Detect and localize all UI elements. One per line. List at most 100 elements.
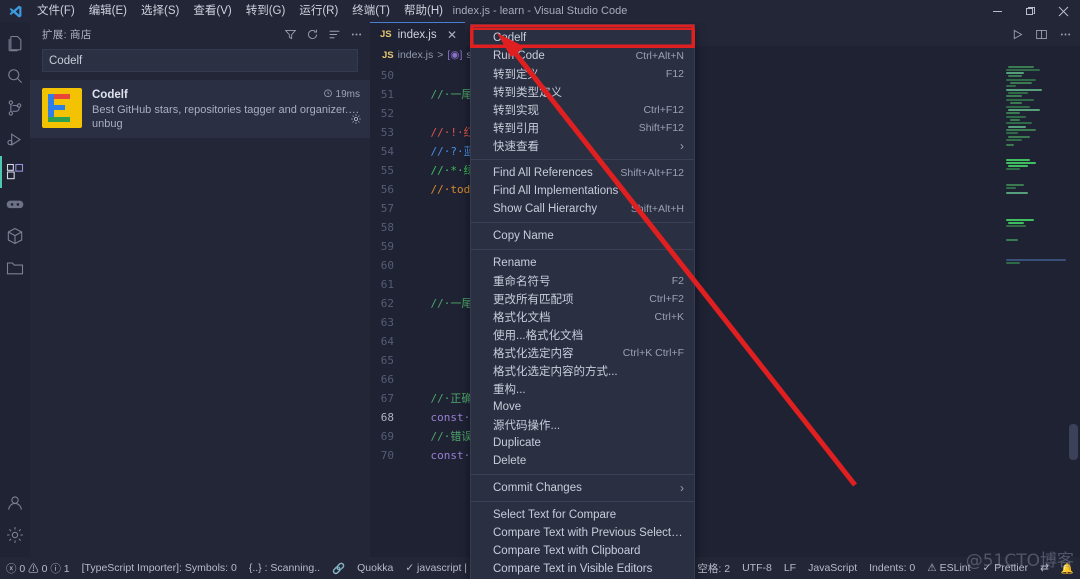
eol-status[interactable]: LF	[778, 557, 802, 579]
menu-run[interactable]: 运行(R)	[292, 0, 345, 22]
ctx-compare-previous[interactable]: Compare Text with Previous Selection	[471, 524, 694, 542]
eslint-status[interactable]: ⚠ ESLint	[921, 557, 976, 579]
more-actions-icon[interactable]	[346, 24, 366, 44]
encoding-status[interactable]: UTF-8	[736, 557, 778, 579]
remote-status[interactable]: ⇄	[1034, 557, 1055, 579]
extension-gear-icon[interactable]	[350, 112, 362, 130]
scrollbar-thumb[interactable]	[1069, 424, 1078, 460]
menu-bar[interactable]: 文件(F) 编辑(E) 选择(S) 查看(V) 转到(G) 运行(R) 终端(T…	[30, 0, 450, 22]
ctx-go-to-implementation[interactable]: 转到实现 Ctrl+F12	[471, 101, 694, 119]
ctx-go-to-type-definition[interactable]: 转到类型定义	[471, 83, 694, 101]
extension-search-input[interactable]	[42, 49, 358, 72]
problems-status[interactable]: ⓧ 0 ⚠ 0 ⓘ 1	[0, 557, 76, 579]
minimap-line	[1006, 168, 1020, 170]
menu-terminal[interactable]: 终端(T)	[345, 0, 397, 22]
ctx-go-to-references[interactable]: 转到引用 Shift+F12	[471, 119, 694, 137]
sort-icon[interactable]	[324, 24, 344, 44]
menu-help[interactable]: 帮助(H)	[397, 0, 450, 22]
minimap[interactable]	[1002, 64, 1066, 557]
minimap-line	[1006, 259, 1066, 261]
menu-selection[interactable]: 选择(S)	[134, 0, 186, 22]
ctx-format-document[interactable]: 格式化文档 Ctrl+K	[471, 308, 694, 326]
line-number: 60	[380, 259, 394, 272]
ctx-rename-symbol[interactable]: 重命名符号 F2	[471, 272, 694, 290]
ctx-rename[interactable]: Rename	[471, 254, 694, 272]
close-button[interactable]	[1047, 0, 1080, 22]
ctx-codelf[interactable]: Codelf	[470, 28, 695, 48]
tab-close-icon[interactable]: ✕	[447, 28, 457, 42]
run-code-icon[interactable]	[1006, 23, 1028, 45]
search-icon[interactable]	[0, 60, 30, 92]
menu-go[interactable]: 转到(G)	[239, 0, 293, 22]
menu-edit[interactable]: 编辑(E)	[82, 0, 134, 22]
editor-scrollbar[interactable]	[1066, 64, 1080, 557]
ctx-source-action[interactable]: 源代码操作...	[471, 416, 694, 434]
explorer-icon[interactable]	[0, 28, 30, 60]
context-menu-shortcut: Shift+F12	[638, 122, 684, 134]
minimize-button[interactable]	[981, 0, 1014, 22]
ctx-format-selection[interactable]: 格式化选定内容 Ctrl+K Ctrl+F	[471, 344, 694, 362]
breadcrumb-file[interactable]: index.js	[398, 49, 434, 61]
tab-index-js[interactable]: JS index.js ✕	[370, 22, 465, 46]
minimap-line	[1006, 72, 1024, 74]
language-mode-status[interactable]: JavaScript	[802, 557, 863, 579]
settings-gear-icon[interactable]	[0, 519, 30, 551]
attach-status[interactable]: 🔗	[326, 557, 351, 579]
ctx-refactor[interactable]: 重构...	[471, 380, 694, 398]
ctx-peek[interactable]: 快速查看 ›	[471, 137, 694, 155]
chevron-right-icon: ›	[680, 481, 684, 495]
ctx-compare-clipboard[interactable]: Compare Text with Clipboard	[471, 542, 694, 560]
ctx-copy-name[interactable]: Copy Name	[471, 227, 694, 245]
extension-list-item[interactable]: Codelf 19ms Best GitHub stars, repositor…	[30, 80, 370, 138]
ctx-run-code[interactable]: Run Code Ctrl+Alt+N	[471, 47, 694, 65]
ctx-format-selection-with[interactable]: 格式化选定内容的方式...	[471, 362, 694, 380]
context-menu-label: Rename	[493, 257, 537, 269]
refresh-icon[interactable]	[302, 24, 322, 44]
sidebar-title: 扩展: 商店	[42, 28, 92, 41]
split-editor-icon[interactable]	[1030, 23, 1052, 45]
indents-status[interactable]: Indents: 0	[863, 557, 921, 579]
context-menu-label: Compare Text in Visible Editors	[493, 563, 653, 575]
gamepad-icon[interactable]	[0, 188, 30, 220]
extensions-icon[interactable]	[0, 156, 30, 188]
quokka-status[interactable]: Quokka	[351, 557, 399, 579]
menu-view[interactable]: 查看(V)	[186, 0, 238, 22]
indentation-status[interactable]: 空格: 2	[691, 557, 736, 579]
context-menu-label: Find All Implementations	[493, 185, 619, 197]
bell-status[interactable]: 🔔	[1055, 557, 1080, 579]
extension-description: Best GitHub stars, repositories tagger a…	[92, 104, 360, 116]
context-menu-shortcut: Ctrl+Alt+N	[635, 50, 684, 62]
ctx-format-document-with[interactable]: 使用...格式化文档	[471, 326, 694, 344]
ctx-duplicate[interactable]: Duplicate	[471, 434, 694, 452]
ctx-compare-visible[interactable]: Compare Text in Visible Editors	[471, 560, 694, 578]
folder-icon[interactable]	[0, 252, 30, 284]
line-number: 65	[380, 354, 394, 367]
menu-file[interactable]: 文件(F)	[30, 0, 82, 22]
editor-more-icon[interactable]	[1054, 23, 1076, 45]
ctx-commit-changes[interactable]: Commit Changes ›	[471, 479, 694, 497]
editor-context-menu[interactable]: Codelf Run Code Ctrl+Alt+N 转到定义 F12 转到类型定义 转到实…	[470, 24, 695, 579]
run-debug-icon[interactable]	[0, 124, 30, 156]
filter-icon[interactable]	[280, 24, 300, 44]
scanning-status[interactable]: {..} : Scanning..	[243, 557, 326, 579]
ctx-find-all-implementations[interactable]: Find All Implementations	[471, 182, 694, 200]
extension-name: Codelf	[92, 89, 128, 101]
ctx-delete[interactable]: Delete	[471, 452, 694, 470]
account-icon[interactable]	[0, 487, 30, 519]
minimap-line	[1008, 109, 1040, 111]
ctx-find-all-references[interactable]: Find All References Shift+Alt+F12	[471, 164, 694, 182]
ctx-move[interactable]: Move	[471, 398, 694, 416]
window-controls[interactable]	[981, 0, 1080, 22]
ctx-change-all-occurrences[interactable]: 更改所有匹配项 Ctrl+F2	[471, 290, 694, 308]
maximize-button[interactable]	[1014, 0, 1047, 22]
line-number: 55	[380, 164, 394, 177]
ctx-show-call-hierarchy[interactable]: Show Call Hierarchy Shift+Alt+H	[471, 200, 694, 218]
line-number: 70	[380, 449, 394, 462]
prettier-status[interactable]: ✓ Prettier	[977, 557, 1035, 579]
ctx-go-to-definition[interactable]: 转到定义 F12	[471, 65, 694, 83]
context-menu-label: Duplicate	[493, 437, 541, 449]
source-control-icon[interactable]	[0, 92, 30, 124]
ctx-select-text-for-compare[interactable]: Select Text for Compare	[471, 506, 694, 524]
typescript-importer-status[interactable]: [TypeScript Importer]: Symbols: 0	[76, 557, 243, 579]
package-icon[interactable]	[0, 220, 30, 252]
